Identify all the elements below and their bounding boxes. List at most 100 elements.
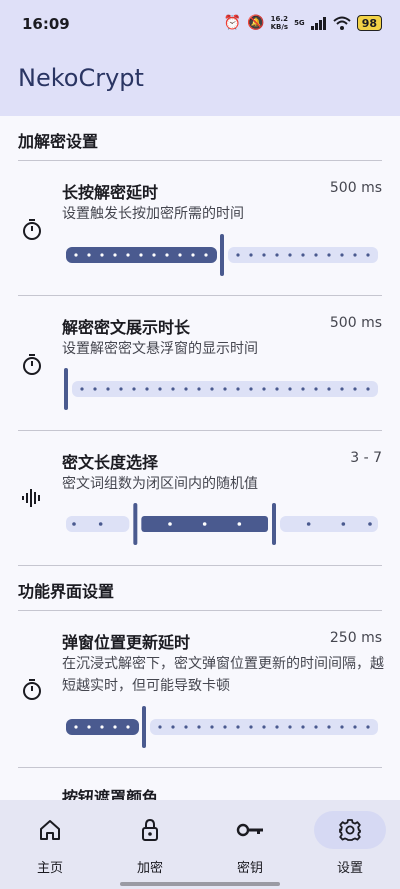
lock-icon [142,818,158,841]
status-bar: 16:09 ⏰ 🔕 16.2 KB/s 5G 98 [0,0,400,48]
nav-label: 加密 [136,861,163,876]
slider-tick [353,253,357,257]
slider-tick [366,725,370,729]
slider-tick [249,387,253,391]
divider [18,565,382,566]
slider-tick [113,253,117,257]
slider-tick [171,387,175,391]
pref-title: 密文长度选择 [62,453,159,472]
section-header-crypto: 加解密设置 [18,132,99,151]
slider-tick [87,253,91,257]
slider-tick [366,253,370,257]
nav-item-keys[interactable]: 密钥 [200,800,300,889]
pref-button-mask-color[interactable]: 按钮遮罩颜色 [0,768,400,800]
slider-tick [74,725,78,729]
long-press-delay-slider[interactable] [62,234,382,276]
slider-tick [353,725,357,729]
slider-thumb [64,368,68,410]
slider-tick [301,725,305,729]
pref-summary: 设置触发长按加密所需的时间 [62,206,244,222]
slider-tick [119,387,123,391]
home-indicator [120,882,280,886]
slider-tick [288,253,292,257]
slider-tick [145,387,149,391]
slider-tick [100,253,104,257]
slider-tick [288,387,292,391]
mute-icon: 🔕 [247,15,265,31]
slider-tick [126,725,130,729]
pref-value: 500 ms [329,315,382,331]
slider-tick [301,253,305,257]
slider-tick [262,725,266,729]
cipher-length-range-slider[interactable] [62,503,382,545]
slider-tick [87,725,91,729]
slider-tick [249,725,253,729]
status-time: 16:09 [22,15,70,33]
slider-tick [275,725,279,729]
timer-icon [23,354,41,375]
pref-display-duration[interactable]: 解密密文展示时长 500 ms 设置解密密文悬浮窗的显示时间 [0,296,400,430]
slider-tick [366,387,370,391]
slider-tick [275,253,279,257]
slider-tick [80,387,84,391]
net-speed-value: 16.2 [270,15,288,23]
pref-value: 250 ms [329,630,382,646]
pref-title: 长按解密延时 [62,183,159,202]
slider-tick [262,253,266,257]
slider-tick [353,387,357,391]
slider-tick [126,253,130,257]
pref-value: 500 ms [329,180,382,196]
pref-summary: 设置解密密文悬浮窗的显示时间 [62,341,258,357]
net-speed-unit: KB/s [270,23,289,31]
battery-indicator: 98 [356,15,382,31]
pref-long-press-delay[interactable]: 长按解密延时 500 ms 设置触发长按加密所需的时间 [0,161,400,295]
settings-list[interactable]: 加解密设置 长按解密延时 500 ms 设置触发长按加密所需的时间 解密密文展示… [0,116,400,800]
slider-tick [158,725,162,729]
pref-popup-update-delay[interactable]: 弹窗位置更新延时 250 ms 在沉浸式解密下，密文弹窗位置更新的时间间隔，越短… [0,611,400,767]
nav-item-settings[interactable]: 设置 [300,800,400,889]
nav-label: 密钥 [236,861,263,876]
app-bar: NekoCrypt [0,48,400,116]
waveform-icon [22,489,40,507]
slider-tick [262,387,266,391]
slider-tick [340,253,344,257]
nav-label: 设置 [336,861,363,876]
slider-tick [306,522,311,526]
slider-thumb-start [133,503,138,545]
pref-summary: 密文词组数为闭区间内的随机值 [62,476,258,492]
slider-tick [165,253,169,257]
pref-title: 按钮遮罩颜色 [62,788,159,800]
gear-icon [339,819,361,841]
pref-cipher-length[interactable]: 密文长度选择 3 - 7 密文词组数为闭区间内的随机值 [0,431,400,565]
slider-tick [314,253,318,257]
slider-tick [113,725,117,729]
slider-thumb [142,706,146,748]
slider-tick [288,725,292,729]
nav-item-home[interactable]: 主页 [0,800,100,889]
slider-tick [275,387,279,391]
alarm-icon: ⏰ [223,15,242,31]
slider-tick [236,387,240,391]
slider-tick [368,522,372,526]
section-header-ui: 功能界面设置 [18,582,115,601]
signal-icon [310,16,326,30]
slider-tick [184,387,188,391]
slider-tick [197,387,201,391]
slider-tick [197,725,201,729]
slider-tick [327,387,331,391]
slider-inactive-track [280,516,378,532]
slider-tick [191,253,195,257]
display-duration-slider[interactable] [62,368,382,410]
slider-tick [168,522,172,526]
slider-tick [106,387,110,391]
pref-value: 3 - 7 [350,450,382,466]
slider-tick [249,253,253,257]
nav-item-encrypt[interactable]: 加密 [100,800,200,889]
slider-tick [72,522,76,526]
slider-tick [158,387,162,391]
slider-tick [236,725,240,729]
slider-tick [93,387,97,391]
slider-tick [152,253,156,257]
popup-update-delay-slider[interactable] [62,706,382,748]
status-icons: ⏰ 🔕 16.2 KB/s 5G 98 [224,15,382,31]
